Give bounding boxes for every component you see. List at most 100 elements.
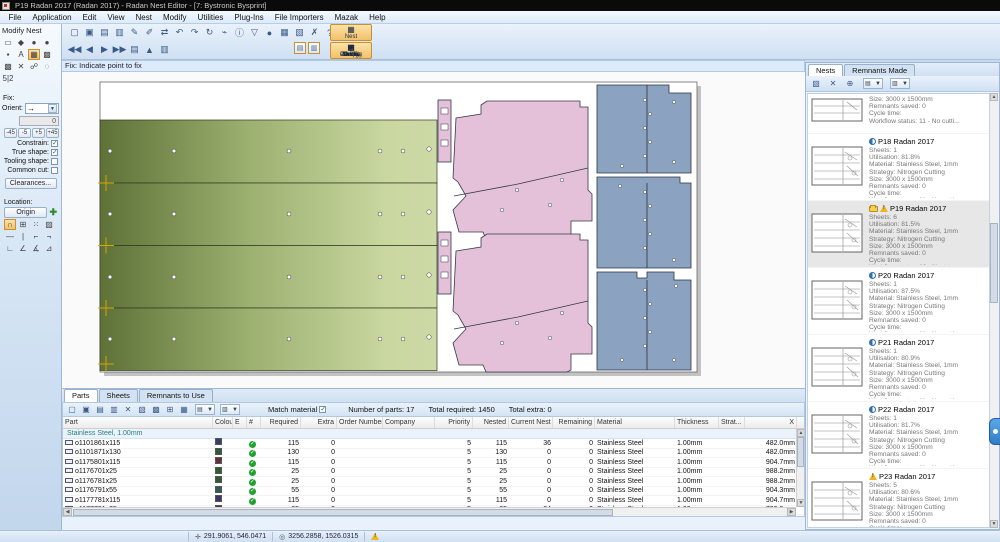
menu-item[interactable]: Help: [364, 11, 391, 24]
thumbnail-size-dropdown[interactable]: ▤▼: [863, 78, 883, 89]
column-header[interactable]: Material: [595, 417, 675, 428]
remove-part-icon[interactable]: ✕: [122, 404, 134, 416]
column-header[interactable]: Current Nest: [509, 417, 553, 428]
sheet-next-icon[interactable]: ▥: [158, 43, 171, 56]
import-part-icon[interactable]: ▢: [66, 404, 78, 416]
table-row[interactable]: o1176781x25 ✓ 25 0 5 25 0 0 Stainless St…: [63, 477, 804, 487]
menu-item[interactable]: Plug-Ins: [229, 11, 269, 24]
parts-panel-tab[interactable]: Remnants to Use: [139, 389, 213, 402]
app-stage-button[interactable]: ⊞ Blocks: [330, 42, 372, 59]
nest-list-item[interactable]: Size: 3000 x 1500mmRemnants saved: 0Cycl…: [808, 94, 989, 134]
nest-list-item[interactable]: P21 Radan 2017 Sheets: 1Utilisation: 80.…: [808, 335, 989, 402]
snap-vertical-icon[interactable]: |: [17, 231, 29, 242]
view-dropdown[interactable]: ▤▼: [195, 404, 215, 415]
split-horizontal-button[interactable]: ▤: [294, 42, 306, 54]
table-row[interactable]: o1101861x115 ✓ 115 0 5 115 36 0 Stainles…: [63, 439, 804, 449]
menu-item[interactable]: Edit: [77, 11, 102, 24]
snap-right-angle-icon[interactable]: ∟: [4, 243, 16, 254]
match-material-checkbox[interactable]: [319, 406, 326, 413]
snap-angle-icon[interactable]: ∠: [17, 243, 29, 254]
table-row[interactable]: o1175801x115 ✓ 115 0 5 115 0 0 Stainless…: [63, 458, 804, 468]
column-header[interactable]: Order Number: [337, 417, 383, 428]
split-icon[interactable]: 5|2: [2, 73, 14, 84]
scroll-left-icon[interactable]: ◀: [63, 508, 72, 516]
snap-angle3-icon[interactable]: ⊿: [43, 243, 55, 254]
array-icon[interactable]: ▩: [41, 49, 53, 60]
column-header[interactable]: #: [247, 417, 261, 428]
delete-icon[interactable]: ✕: [15, 61, 27, 72]
scroll-up-icon[interactable]: ▲: [797, 429, 805, 437]
dashed-circle-icon[interactable]: ◌: [41, 61, 53, 72]
scroll-down-icon[interactable]: ▼: [797, 499, 805, 507]
lasso-icon[interactable]: ☍: [28, 61, 40, 72]
snap-corner-tr-icon[interactable]: ¬: [43, 231, 55, 242]
nest-list-scrollbar[interactable]: ▲ ▼: [990, 93, 998, 528]
draw-icon[interactable]: ✎: [128, 26, 141, 39]
column-header[interactable]: Extra: [301, 417, 337, 428]
sheet-icon[interactable]: ▧: [293, 26, 306, 39]
menu-item[interactable]: Application: [27, 11, 77, 24]
table-row[interactable]: o1176791x55 ✓ 55 0 5 55 0 0 Stainless St…: [63, 487, 804, 497]
open-icon[interactable]: ▣: [83, 26, 96, 39]
columns-dropdown[interactable]: ▥▼: [220, 404, 240, 415]
node-edit-icon[interactable]: ⌁: [218, 26, 231, 39]
table-row[interactable]: o1177781x115 ✓ 115 0 5 115 0 0 Stainless…: [63, 496, 804, 506]
rotate-part-icon[interactable]: ◆: [15, 37, 27, 48]
print-icon[interactable]: ▥: [113, 26, 126, 39]
checkbox[interactable]: [51, 158, 58, 165]
delete-nest-icon[interactable]: ✕: [827, 78, 839, 90]
column-header[interactable]: X: [745, 417, 797, 428]
folder-icon[interactable]: ▧: [136, 404, 148, 416]
table-row[interactable]: o1176701x25 ✓ 25 0 5 25 0 0 Stainless St…: [63, 468, 804, 478]
snap-hatch-icon[interactable]: ▨: [43, 219, 55, 230]
split-vertical-button[interactable]: ▥: [308, 42, 320, 54]
checkbox[interactable]: [51, 149, 58, 156]
detail-level-dropdown[interactable]: ▥▼: [890, 78, 910, 89]
fix-part-icon[interactable]: ▭: [2, 37, 14, 48]
vertical-scrollbar[interactable]: ▲ ▼: [796, 429, 804, 507]
column-header[interactable]: Colour: [213, 417, 233, 428]
menu-item[interactable]: File: [3, 11, 27, 24]
scrollbar-thumb[interactable]: [797, 437, 804, 467]
column-header[interactable]: Remaining: [553, 417, 595, 428]
menu-item[interactable]: View: [102, 11, 130, 24]
save-icon[interactable]: ▤: [98, 26, 111, 39]
previous-nest-icon[interactable]: ◀: [83, 43, 96, 56]
snap-angle2-icon[interactable]: ∡: [30, 243, 42, 254]
green-part-icon[interactable]: ●: [41, 37, 53, 48]
pair-icon[interactable]: ▩: [2, 61, 14, 72]
checkbox[interactable]: [51, 140, 58, 147]
flag-icon[interactable]: ●: [263, 26, 276, 39]
edit-geometry-icon[interactable]: ✐: [143, 26, 156, 39]
scrollbar-thumb[interactable]: [73, 509, 613, 516]
angle-input[interactable]: 0: [19, 116, 59, 126]
snap-horizontal-icon[interactable]: —: [4, 231, 16, 242]
nest-list-item[interactable]: P18 Radan 2017 Sheets: 1Utilisation: 81.…: [808, 134, 989, 201]
nest-list-item[interactable]: P20 Radan 2017 Sheets: 1Utilisation: 87.…: [808, 268, 989, 335]
undo-icon[interactable]: ↶: [173, 26, 186, 39]
open-part-icon[interactable]: ▣: [80, 404, 92, 416]
info-icon[interactable]: ⓘ: [233, 26, 246, 39]
scroll-down-icon[interactable]: ▼: [990, 520, 998, 528]
add-location-icon[interactable]: ✚: [49, 207, 57, 218]
checkbox[interactable]: [51, 167, 58, 174]
last-nest-icon[interactable]: ▶▶: [113, 43, 126, 56]
column-header[interactable]: Strat...: [719, 417, 745, 428]
parts-panel-tab[interactable]: Sheets: [99, 389, 138, 402]
sheet-up-icon[interactable]: ▲: [143, 43, 156, 56]
snap-grid-dots-icon[interactable]: ⁙: [30, 219, 42, 230]
nest-canvas[interactable]: [62, 72, 805, 388]
snap-corner-tl-icon[interactable]: ⌐: [30, 231, 42, 242]
next-nest-icon[interactable]: ▶: [98, 43, 111, 56]
scrollbar-thumb[interactable]: [990, 223, 998, 303]
scroll-up-icon[interactable]: ▲: [990, 93, 998, 101]
column-header[interactable]: Part: [63, 417, 213, 428]
column-header[interactable]: Company: [383, 417, 435, 428]
snap-grid-icon[interactable]: ⊞: [17, 219, 29, 230]
column-header[interactable]: Thickness: [675, 417, 719, 428]
orient-dropdown[interactable]: → ▼: [25, 103, 59, 114]
menu-item[interactable]: File Importers: [269, 11, 329, 24]
nest-list-item[interactable]: P23 Radan 2017 Sheets: 5Utilisation: 80.…: [808, 469, 989, 528]
nest-list-item[interactable]: P22 Radan 2017 Sheets: 1Utilisation: 81.…: [808, 402, 989, 469]
locate-nest-icon[interactable]: ⊕: [844, 78, 856, 90]
